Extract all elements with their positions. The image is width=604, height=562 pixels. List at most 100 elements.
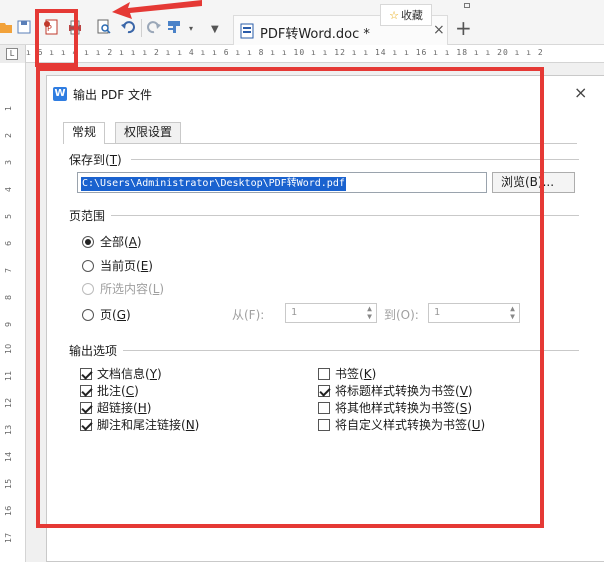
- ruler-number: 3: [4, 159, 13, 165]
- ruler-number: 9: [4, 321, 13, 327]
- group-rule: [111, 215, 579, 216]
- checkbox-option[interactable]: 脚注和尾注链接(N): [80, 416, 199, 433]
- group-rule: [123, 350, 579, 351]
- to-label: 到(O):: [384, 308, 419, 322]
- export-pdf-icon[interactable]: P: [43, 19, 59, 35]
- group-rule: [131, 159, 579, 160]
- radio-current-page[interactable]: 当前页(E): [82, 257, 153, 274]
- checkbox-option[interactable]: 超链接(H): [80, 399, 151, 416]
- close-tab-icon[interactable]: ×: [433, 22, 445, 38]
- ruler-number: 5: [4, 213, 13, 219]
- ruler-number: 14: [4, 451, 13, 462]
- checkbox-option[interactable]: 文档信息(Y): [80, 365, 162, 382]
- tab-stop-icon: L: [6, 48, 18, 60]
- ruler-number: 15: [4, 478, 13, 489]
- radio-button: [82, 282, 94, 295]
- folder-icon[interactable]: [0, 19, 12, 35]
- save-to-label: 保存到(T): [69, 153, 122, 167]
- spin-arrows-icon[interactable]: ▲ ▼: [367, 305, 372, 321]
- save-path-value: C:\Users\Administrator\Desktop\PDF转Word.…: [81, 177, 346, 191]
- from-page-stepper[interactable]: 1 ▲ ▼: [285, 303, 377, 323]
- spin-arrows-icon[interactable]: ▲ ▼: [510, 305, 515, 321]
- checkbox-option[interactable]: 将标题样式转换为书签(V): [318, 382, 473, 399]
- ruler-number: 17: [4, 532, 13, 543]
- tab-permissions[interactable]: 权限设置: [115, 122, 182, 143]
- checkbox-option[interactable]: 将其他样式转换为书签(S): [318, 399, 472, 416]
- to-page-stepper[interactable]: 1 ▲ ▼: [428, 303, 520, 323]
- radio-button[interactable]: [82, 235, 94, 248]
- export-pdf-dialog: W 输出 PDF 文件 × 常规 权限设置 保存到(T) C:\Users\Ad…: [46, 75, 604, 562]
- page-range-label: 页范围: [69, 209, 106, 223]
- radio-label: 页(G): [100, 308, 131, 322]
- dialog-title: 输出 PDF 文件: [73, 88, 153, 102]
- vertical-ruler[interactable]: 1 2 3 4 5 6 7 8 9 10 11 12 13 14 15 16 17: [0, 63, 26, 562]
- checkbox-label: 文档信息(Y): [97, 367, 162, 381]
- checkbox-option[interactable]: 书签(K): [318, 365, 376, 382]
- save-path-input[interactable]: C:\Users\Administrator\Desktop\PDF转Word.…: [77, 172, 487, 193]
- ruler-scale: ı 6 ı ı 4 ı ı 2 ı ı ı 2 ı ı 4 ı ı 6 ı ı …: [26, 48, 544, 57]
- red-arrow-annotation: [112, 0, 202, 19]
- toolbar: P ▾ ▼ PDF转Word.doc * × ☆ 收藏 +: [0, 0, 604, 45]
- output-options-label: 输出选项: [69, 344, 118, 358]
- checkbox[interactable]: [318, 418, 330, 431]
- favorite-button[interactable]: ☆ 收藏: [380, 4, 432, 26]
- checkbox-label: 脚注和尾注链接(N): [97, 418, 200, 432]
- radio-button[interactable]: [82, 308, 94, 321]
- chevron-down-icon[interactable]: ▾: [189, 24, 193, 33]
- checkbox-label: 超链接(H): [97, 401, 152, 415]
- tab-divider: [63, 143, 577, 144]
- checkbox-option[interactable]: 将自定义样式转换为书签(U): [318, 416, 485, 433]
- radio-button[interactable]: [82, 259, 94, 272]
- redo-icon[interactable]: [146, 19, 162, 35]
- save-icon[interactable]: [17, 19, 33, 35]
- checkbox[interactable]: [80, 384, 92, 397]
- browse-button[interactable]: 浏览(B)...: [492, 172, 575, 193]
- checkbox[interactable]: [80, 418, 92, 431]
- restore-window-icon[interactable]: [464, 3, 470, 8]
- checkbox[interactable]: [318, 384, 330, 397]
- ruler-number: 12: [4, 397, 13, 408]
- ruler-corner[interactable]: L: [0, 45, 26, 63]
- print-preview-icon[interactable]: [96, 19, 112, 35]
- ruler-number: 7: [4, 267, 13, 273]
- checkbox-label: 将标题样式转换为书签(V): [335, 384, 473, 398]
- toolbar-separator: [141, 19, 142, 37]
- checkbox-label: 将其他样式转换为书签(S): [335, 401, 472, 415]
- tab-general[interactable]: 常规: [63, 122, 106, 144]
- to-page-value: 1: [434, 307, 441, 318]
- dropdown-arrow-icon[interactable]: ▼: [211, 24, 219, 35]
- ruler-number: 10: [4, 343, 13, 354]
- close-icon[interactable]: ×: [574, 83, 587, 102]
- ruler-number: 8: [4, 294, 13, 300]
- doc-file-icon: [240, 23, 254, 39]
- checkbox[interactable]: [80, 401, 92, 414]
- checkbox[interactable]: [80, 367, 92, 380]
- ruler-number: 13: [4, 424, 13, 435]
- radio-pages[interactable]: 页(G): [82, 306, 131, 323]
- checkbox-label: 批注(C): [97, 384, 139, 398]
- checkbox-label: 将自定义样式转换为书签(U): [335, 418, 486, 432]
- format-painter-icon[interactable]: [167, 19, 183, 35]
- checkbox-option[interactable]: 批注(C): [80, 382, 139, 399]
- favorite-label: 收藏: [400, 9, 423, 22]
- from-page-value: 1: [291, 307, 298, 318]
- wps-writer-icon: W: [53, 87, 67, 101]
- from-label: 从(F):: [232, 308, 265, 322]
- ruler-number: 4: [4, 186, 13, 192]
- ruler-number: 2: [4, 132, 13, 138]
- horizontal-ruler[interactable]: ı 6 ı ı 4 ı ı 2 ı ı ı 2 ı ı 4 ı ı 6 ı ı …: [26, 45, 604, 63]
- print-icon[interactable]: [67, 19, 83, 35]
- undo-icon[interactable]: [120, 19, 136, 35]
- ruler-number: 6: [4, 240, 13, 246]
- new-tab-button[interactable]: +: [455, 16, 472, 40]
- radio-label: 所选内容(L): [100, 282, 165, 296]
- radio-selection: 所选内容(L): [82, 280, 164, 297]
- ruler-number: 11: [4, 370, 13, 381]
- star-icon: ☆: [389, 8, 399, 22]
- checkbox[interactable]: [318, 401, 330, 414]
- checkbox[interactable]: [318, 367, 330, 380]
- radio-all-pages[interactable]: 全部(A): [82, 233, 142, 250]
- checkbox-label: 书签(K): [335, 367, 377, 381]
- radio-label: 全部(A): [100, 235, 142, 249]
- ruler-number: 1: [4, 105, 13, 111]
